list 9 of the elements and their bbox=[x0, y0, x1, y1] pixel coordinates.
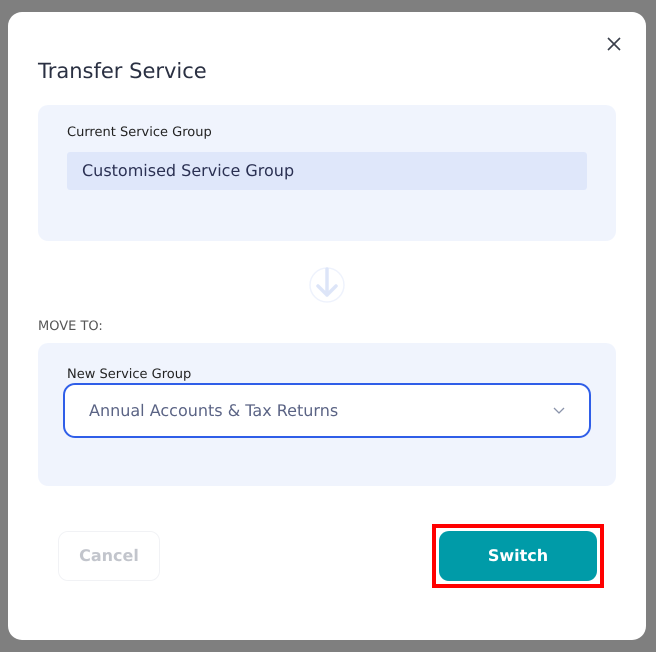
current-group-field: Customised Service Group bbox=[67, 152, 587, 190]
switch-button[interactable]: Switch bbox=[439, 531, 597, 581]
new-group-select[interactable]: Annual Accounts & Tax Returns bbox=[63, 383, 591, 438]
field-label: Current Service Group bbox=[67, 124, 213, 142]
close-icon bbox=[607, 37, 621, 51]
chevron-down-icon bbox=[553, 406, 565, 414]
field-label: New Service Group bbox=[66, 367, 192, 383]
dialog-title: Transfer Service bbox=[38, 58, 208, 85]
move-to-heading: MOVE TO: bbox=[38, 318, 104, 336]
